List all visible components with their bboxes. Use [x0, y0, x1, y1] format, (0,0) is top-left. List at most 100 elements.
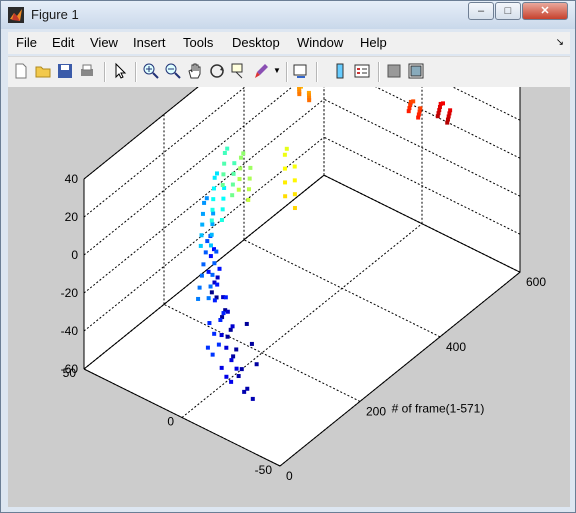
data-point	[205, 345, 210, 350]
brush-icon[interactable]	[252, 62, 270, 80]
data-point	[292, 192, 297, 197]
menu-window[interactable]: Window	[297, 35, 343, 50]
y-tick-label: 0	[167, 415, 174, 429]
data-point	[221, 311, 226, 316]
data-point	[204, 196, 209, 201]
data-point	[230, 193, 235, 198]
data-point	[199, 273, 204, 278]
data-point	[212, 331, 217, 336]
data-point	[225, 309, 230, 314]
x-tick-label: 200	[366, 404, 386, 418]
data-point	[209, 290, 214, 295]
minimize-button[interactable]: –	[468, 2, 494, 20]
open-file-icon[interactable]	[34, 62, 52, 80]
x-tick-label: 600	[526, 275, 546, 289]
data-point	[307, 98, 312, 103]
data-point	[283, 180, 288, 185]
close-button[interactable]: ✕	[522, 2, 568, 20]
menu-insert[interactable]: Insert	[133, 35, 166, 50]
x-axis-label: # of frame(1-571)	[392, 402, 485, 416]
menu-view[interactable]: View	[90, 35, 118, 50]
data-point	[292, 164, 297, 169]
link-plot-icon[interactable]	[292, 62, 310, 80]
data-point	[202, 200, 207, 205]
data-point	[220, 183, 225, 188]
matlab-logo-icon	[8, 7, 24, 23]
show-plot-tools-icon[interactable]	[407, 62, 425, 80]
data-point	[435, 114, 440, 119]
brush-dropdown-icon[interactable]: ▼	[273, 66, 281, 75]
data-point	[242, 389, 247, 394]
figure-canvas[interactable]: 0 200 400 600 -50 0 50 -60 -40 -20 0 20 40 # of frame…	[8, 0, 570, 507]
data-point	[201, 262, 206, 267]
menu-edit[interactable]: Edit	[52, 35, 74, 50]
data-cursor-icon[interactable]	[230, 62, 248, 80]
dock-arrow-icon[interactable]: ↘	[556, 37, 564, 48]
data-point	[210, 352, 215, 357]
data-point	[206, 296, 211, 301]
data-point	[232, 161, 237, 166]
scatter-3d-plot[interactable]: 0200400600-50050-60-40-2002040# of frame…	[8, 0, 570, 507]
toolbar: ▼	[8, 56, 570, 87]
maximize-button[interactable]: □	[495, 2, 521, 20]
menu-desktop[interactable]: Desktop	[232, 35, 280, 50]
data-point	[197, 285, 202, 290]
data-point	[224, 374, 229, 379]
data-point	[215, 171, 219, 176]
menu-help[interactable]: Help	[360, 35, 387, 50]
zoom-out-icon[interactable]	[164, 62, 182, 80]
data-point	[217, 266, 222, 271]
data-point	[214, 249, 219, 254]
colorbar-icon[interactable]	[331, 62, 349, 80]
title-bar[interactable]: Figure 1 – □ ✕	[1, 1, 575, 29]
data-point	[234, 347, 239, 352]
data-point	[416, 115, 421, 120]
menu-file[interactable]: File	[16, 35, 37, 50]
zoom-in-icon[interactable]	[142, 62, 160, 80]
data-point	[230, 324, 235, 329]
z-tick-label: -60	[61, 362, 79, 376]
data-point	[203, 250, 208, 255]
data-point	[220, 207, 225, 212]
data-point	[223, 295, 228, 300]
data-point	[200, 211, 205, 216]
data-point	[211, 197, 216, 202]
save-icon[interactable]	[56, 62, 74, 80]
data-point	[229, 358, 234, 363]
data-point	[238, 166, 243, 171]
data-point	[210, 272, 215, 277]
data-point	[196, 296, 201, 301]
y-tick-label: -50	[255, 463, 273, 477]
data-point	[212, 298, 217, 303]
menu-tools[interactable]: Tools	[183, 35, 213, 50]
data-point	[292, 178, 297, 183]
new-figure-icon[interactable]	[12, 62, 30, 80]
z-tick-label: 40	[65, 172, 79, 186]
figure-window: Figure 1 – □ ✕ File Edit View Insert Too…	[0, 0, 576, 513]
data-point	[211, 186, 216, 191]
data-point	[222, 161, 227, 166]
data-point	[238, 155, 243, 160]
hide-plot-tools-icon[interactable]	[385, 62, 403, 80]
data-point	[216, 342, 221, 347]
pan-icon[interactable]	[186, 62, 204, 80]
data-point	[212, 261, 217, 266]
data-point	[209, 232, 214, 237]
legend-icon[interactable]	[353, 62, 371, 80]
rotate-3d-icon[interactable]	[208, 62, 226, 80]
data-point	[221, 196, 226, 201]
window-title: Figure 1	[31, 7, 79, 22]
data-point	[224, 345, 229, 350]
print-icon[interactable]	[78, 62, 96, 80]
data-point	[209, 218, 214, 223]
data-point	[228, 327, 233, 332]
data-point	[445, 120, 450, 125]
data-point	[199, 233, 204, 238]
data-point	[198, 243, 203, 248]
pointer-icon[interactable]	[111, 62, 129, 80]
data-point	[225, 334, 230, 339]
data-point	[236, 374, 241, 379]
data-point	[222, 150, 227, 155]
data-point	[292, 206, 297, 211]
data-point	[215, 275, 220, 280]
